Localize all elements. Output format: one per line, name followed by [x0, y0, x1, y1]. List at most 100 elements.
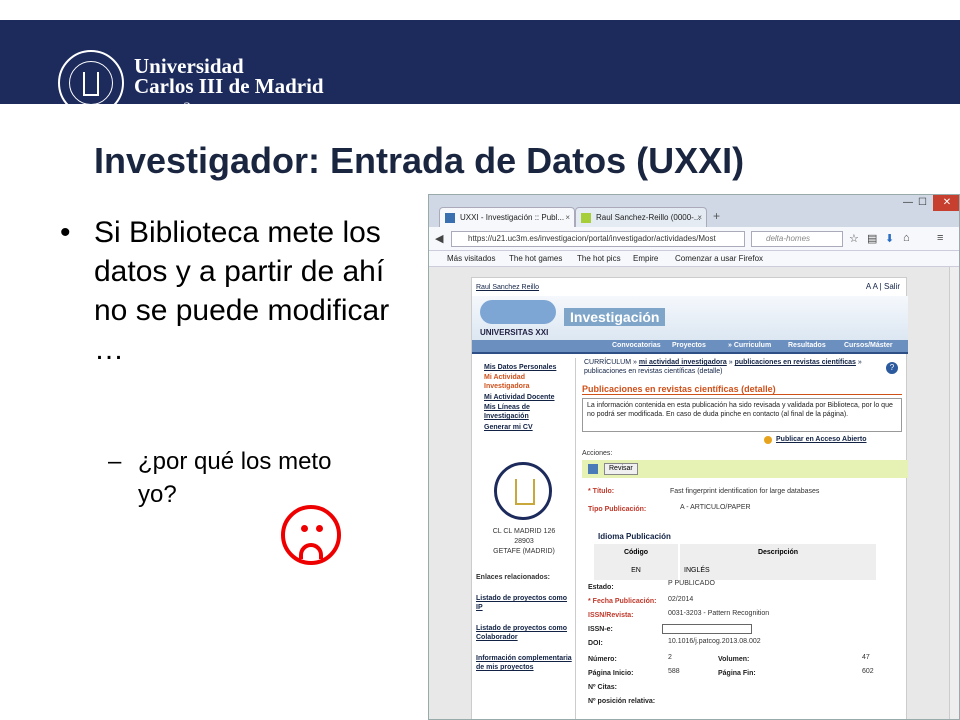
col-descripcion: Descripción: [680, 544, 876, 562]
issne-label: ISSN-e:: [588, 626, 613, 633]
help-icon[interactable]: ?: [886, 362, 898, 374]
bookmark-item[interactable]: Más visitados: [447, 251, 495, 267]
address-line: CL CL MADRID 126: [492, 528, 556, 535]
menu-item[interactable]: Convocatorias: [612, 342, 661, 349]
estado-value: P PUBLICADO: [668, 580, 715, 587]
sidebar-item-current[interactable]: Investigadora: [484, 383, 530, 390]
idioma-title: Idioma Publicación: [598, 532, 671, 541]
bookmark-item[interactable]: The hot pics: [577, 251, 621, 267]
bookmark-item[interactable]: Comenzar a usar Firefox: [675, 251, 763, 267]
citas-label: Nº Citas:: [588, 684, 618, 691]
address-line: GETAFE (MADRID): [493, 548, 555, 555]
cell-descripcion: INGLÉS: [680, 562, 876, 580]
page-title: Publicaciones en revistas científicas (d…: [582, 384, 902, 395]
university-url: www.uc3m.es: [134, 100, 219, 116]
frown-face-icon: [281, 505, 341, 565]
orcid-favicon-icon: [581, 213, 591, 223]
portal-brand: UNIVERSITAS XXI Investigación: [472, 296, 908, 340]
university-line1: Universidad: [134, 54, 244, 78]
related-link[interactable]: Información complementaria de mis proyec…: [476, 654, 572, 672]
cell-codigo: EN: [594, 562, 678, 580]
minimize-button[interactable]: —: [903, 197, 913, 208]
breadcrumb-link[interactable]: mi actividad investigadora: [639, 359, 727, 366]
menu-icon[interactable]: ≡: [937, 232, 943, 244]
menu-item[interactable]: Resultados: [788, 342, 826, 349]
brand-title: Investigación: [564, 308, 666, 326]
menu-item[interactable]: Cursos/Máster: [844, 342, 893, 349]
tab-orcid[interactable]: Raul Sanchez-Reillo (0000-... ×: [575, 207, 707, 227]
sub-text: ¿por qué los meto yo?: [138, 448, 332, 508]
pagina-inicio-value: 588: [668, 668, 680, 675]
titulo-label: * Título:: [588, 488, 615, 495]
user-link[interactable]: Raul Sanchez Reillo: [476, 284, 539, 291]
url-bar[interactable]: https://u21.uc3m.es/investigacion/portal…: [451, 231, 745, 247]
review-button[interactable]: Revisar: [604, 463, 638, 475]
pagina-fin-value: 602: [862, 668, 874, 675]
breadcrumb: CURRÍCULUM » mi actividad investigadora …: [584, 358, 870, 376]
scrollbar[interactable]: [949, 267, 959, 719]
uxxi-logo-icon: [480, 300, 556, 324]
actions-bar: Revisar: [582, 460, 908, 478]
university-seal-icon: [494, 462, 552, 520]
related-title: Enlaces relacionados:: [476, 574, 550, 581]
breadcrumb-prefix: CURRÍCULUM »: [584, 359, 639, 366]
new-tab-button[interactable]: +: [713, 209, 720, 223]
titulo-value: Fast fingerprint identification for larg…: [670, 488, 820, 495]
bookmarks-icon[interactable]: ▤: [867, 232, 877, 245]
uxxi-favicon-icon: [445, 213, 455, 223]
menu-item[interactable]: » Curriculum: [728, 342, 771, 349]
tipo-value: A - ARTICULO/PAPER: [680, 504, 751, 511]
slide-title: Investigador: Entrada de Datos (UXXI): [94, 140, 745, 181]
numero-value: 2: [668, 654, 672, 661]
issne-input[interactable]: [662, 624, 752, 634]
maximize-button[interactable]: ☐: [918, 197, 927, 208]
doi-label: DOI:: [588, 640, 603, 647]
pagina-inicio-label: Página Inicio:: [588, 670, 634, 677]
sidebar-item[interactable]: Generar mi CV: [484, 424, 533, 431]
fecha-label: * Fecha Publicación:: [588, 598, 657, 605]
sidebar: Mis Datos Personales Mi Actividad Invest…: [472, 358, 576, 719]
sidebar-item-current[interactable]: Mi Actividad: [484, 374, 525, 381]
top-links[interactable]: A A | Salir: [866, 282, 900, 291]
tipo-label: Tipo Publicación:: [588, 506, 647, 513]
tab-uxxi-label: UXXI - Investigación :: Publ...: [460, 213, 565, 222]
breadcrumb-sep: »: [726, 359, 735, 366]
menu-item[interactable]: Proyectos: [672, 342, 706, 349]
issn-value: 0031-3203 - Pattern Recognition: [668, 610, 770, 617]
bullet-dot: •: [60, 216, 71, 249]
tab-uxxi[interactable]: UXXI - Investigación :: Publ... ×: [439, 207, 575, 227]
tab-orcid-label: Raul Sanchez-Reillo (0000-...: [596, 213, 701, 222]
home-icon[interactable]: ⌂: [903, 232, 910, 244]
university-name: Universidad Carlos III de Madrid www.uc3…: [134, 56, 324, 118]
sidebar-item[interactable]: Mi Actividad Docente: [484, 394, 555, 401]
sidebar-item[interactable]: Mis Líneas de: [484, 404, 530, 411]
nav-bar: ◀ https://u21.uc3m.es/investigacion/port…: [429, 227, 959, 251]
back-icon[interactable]: ◀: [435, 232, 443, 245]
close-icon[interactable]: ×: [697, 208, 702, 228]
bookmark-item[interactable]: The hot games: [509, 251, 562, 267]
volumen-value: 47: [862, 654, 870, 661]
related-link[interactable]: Listado de proyectos como Colaborador: [476, 624, 572, 642]
brand-subtitle: UNIVERSITAS XXI: [480, 328, 549, 337]
publish-open-access-link[interactable]: Publicar en Acceso Abierto: [764, 436, 867, 444]
actions-label: Acciones:: [582, 450, 613, 457]
close-icon[interactable]: ×: [565, 208, 570, 228]
pagina-fin-label: Página Fin:: [718, 670, 756, 677]
sidebar-item[interactable]: Mis Datos Personales: [484, 364, 556, 371]
portal-content: Raul Sanchez Reillo A A | Salir UNIVERSI…: [471, 277, 908, 719]
bullet-text: Si Biblioteca mete los datos y a partir …: [94, 216, 390, 366]
posicion-label: Nº posición relativa:: [588, 698, 656, 705]
bookmarks-bar: Más visitados The hot games The hot pics…: [429, 251, 959, 267]
sub-dash: –: [108, 448, 122, 475]
bookmark-item[interactable]: Empire: [633, 251, 658, 267]
related-link[interactable]: Listado de proyectos como IP: [476, 594, 572, 612]
search-input[interactable]: delta-homes: [751, 231, 843, 247]
star-icon[interactable]: ☆: [849, 232, 859, 245]
main-panel: CURRÍCULUM » mi actividad investigadora …: [580, 358, 908, 719]
window-close-button[interactable]: ✕: [933, 195, 959, 211]
breadcrumb-link[interactable]: publicaciones en revistas científicas: [735, 359, 856, 366]
doi-value: 10.1016/j.patcog.2013.08.002: [668, 638, 761, 645]
download-icon[interactable]: ⬇: [885, 232, 894, 245]
sidebar-item[interactable]: Investigación: [484, 413, 529, 420]
numero-label: Número:: [588, 656, 617, 663]
